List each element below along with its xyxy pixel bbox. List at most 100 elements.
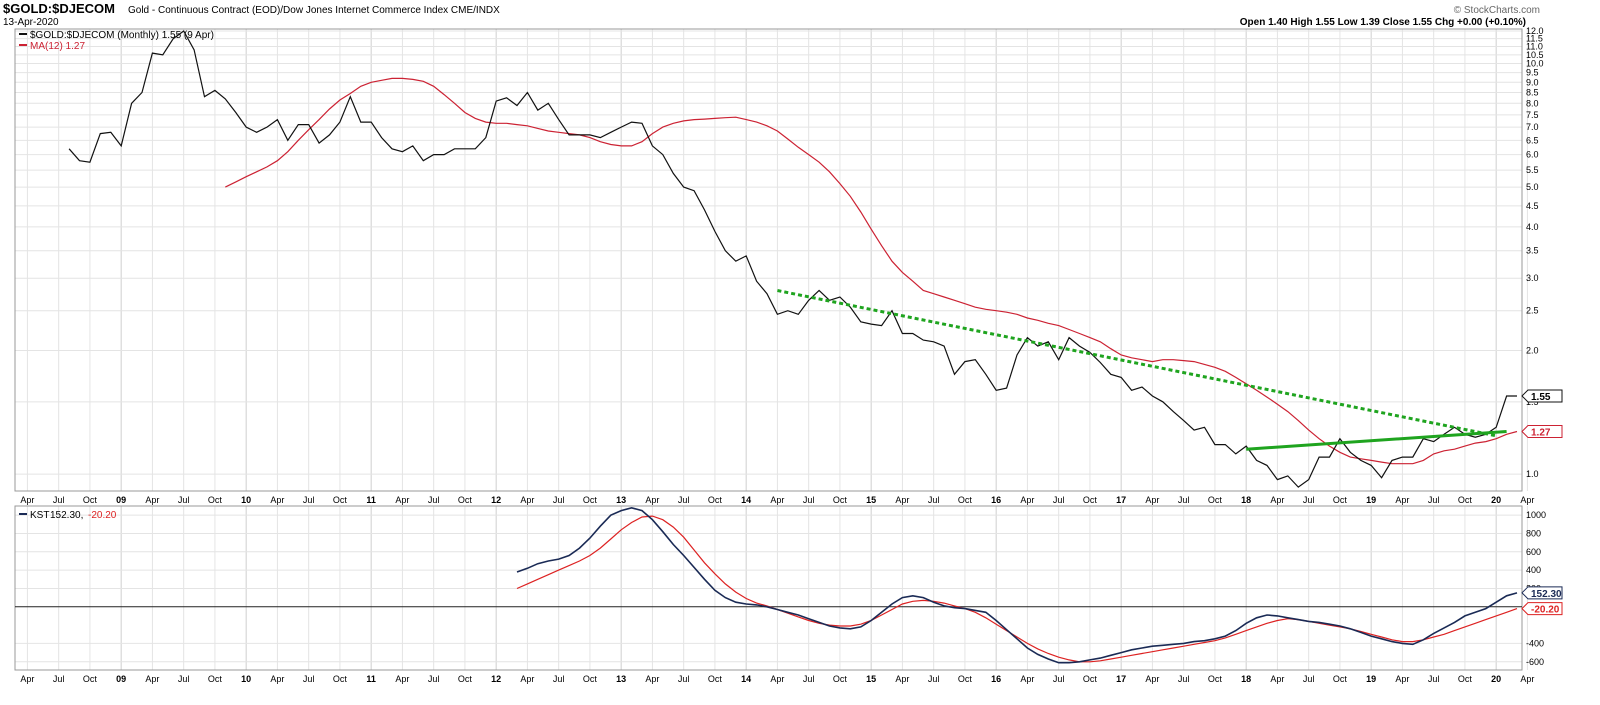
last-price-tag-text: 1.55 xyxy=(1531,392,1551,403)
kst-x-tick-label: Jul xyxy=(1053,674,1065,684)
kst-x-tick-label: Oct xyxy=(1458,674,1473,684)
kst-value-tag: 152.30 xyxy=(1521,586,1563,600)
kst-x-tick-label: Jul xyxy=(1303,674,1315,684)
price-x-tick-label: Jul xyxy=(1178,495,1190,505)
price-x-tick-label: 09 xyxy=(116,495,126,505)
price-y-tick-label: 2.5 xyxy=(1526,306,1539,316)
price-y-tick-label: 5.5 xyxy=(1526,165,1539,175)
price-y-tick-label: 9.0 xyxy=(1526,77,1539,87)
kst-x-tick-label: Jul xyxy=(53,674,65,684)
price-y-tick-label: 7.0 xyxy=(1526,122,1539,132)
price-x-tick-label: Jul xyxy=(53,495,65,505)
price-x-tick-label: Jul xyxy=(178,495,190,505)
kst-x-tick-label: Oct xyxy=(83,674,98,684)
kst-x-tick-label: 20 xyxy=(1491,674,1501,684)
legend-price-label: $GOLD:$DJECOM (Monthly) 1.55 (9 Apr) xyxy=(30,30,214,41)
legend-kst-signal-value: -20.20 xyxy=(88,510,117,521)
price-x-tick-label: Apr xyxy=(645,495,659,505)
price-x-tick-label: Apr xyxy=(895,495,909,505)
ma-value-tag-text: 1.27 xyxy=(1531,428,1551,439)
kst-value-tag-text: 152.30 xyxy=(1531,589,1562,600)
price-x-tick-label: Apr xyxy=(1270,495,1284,505)
symbol-description: Gold - Continuous Contract (EOD)/Dow Jon… xyxy=(128,5,500,16)
kst-x-tick-label: Apr xyxy=(645,674,659,684)
ohlc-summary: Open 1.40 High 1.55 Low 1.39 Close 1.55 … xyxy=(1240,17,1526,28)
kst-x-tick-label: 14 xyxy=(741,674,751,684)
kst-x-tick-label: Jul xyxy=(303,674,315,684)
kst-y-tick-label: 400 xyxy=(1526,565,1541,575)
price-x-tick-label: 19 xyxy=(1366,495,1376,505)
price-x-tick-label: Oct xyxy=(1333,495,1348,505)
kst-x-tick-label: Apr xyxy=(395,674,409,684)
kst-x-tick-label: 11 xyxy=(366,674,376,684)
price-x-tick-label: Oct xyxy=(708,495,723,505)
kst-x-tick-label: 16 xyxy=(991,674,1001,684)
chart-background xyxy=(0,0,1600,700)
price-x-tick-label: Jul xyxy=(928,495,940,505)
price-y-tick-label: 8.0 xyxy=(1526,98,1539,108)
price-x-tick-label: 13 xyxy=(616,495,626,505)
kst-x-tick-label: Jul xyxy=(428,674,440,684)
chart-canvas: $GOLD:$DJECOM Gold - Continuous Contract… xyxy=(0,0,1600,700)
price-x-tick-label: Apr xyxy=(1520,495,1534,505)
kst-x-tick-label: 17 xyxy=(1116,674,1126,684)
price-x-tick-label: 17 xyxy=(1116,495,1126,505)
price-y-tick-label: 7.5 xyxy=(1526,110,1539,120)
price-x-tick-label: Apr xyxy=(1020,495,1034,505)
kst-y-tick-label: 1000 xyxy=(1526,510,1546,520)
legend-kst-value: 152.30, xyxy=(50,510,83,521)
symbol-title: $GOLD:$DJECOM xyxy=(3,1,115,16)
price-x-tick-label: Oct xyxy=(458,495,473,505)
kst-legend: KST 152.30, -20.20 xyxy=(19,510,117,521)
kst-x-tick-label: Jul xyxy=(678,674,690,684)
kst-x-tick-label: Apr xyxy=(1520,674,1534,684)
kst-x-tick-label: Apr xyxy=(520,674,534,684)
price-x-tick-label: Apr xyxy=(270,495,284,505)
kst-x-tick-label: Oct xyxy=(333,674,348,684)
kst-x-tick-label: Oct xyxy=(1333,674,1348,684)
kst-x-tick-label: Apr xyxy=(770,674,784,684)
chart-area: $GOLD:$DJECOM Gold - Continuous Contract… xyxy=(0,0,1600,700)
price-x-tick-label: Jul xyxy=(1303,495,1315,505)
price-x-tick-label: Oct xyxy=(958,495,973,505)
kst-x-tick-label: Oct xyxy=(1083,674,1098,684)
kst-y-tick-label: -600 xyxy=(1526,657,1544,667)
price-x-tick-label: Oct xyxy=(1458,495,1473,505)
kst-x-tick-label: Jul xyxy=(928,674,940,684)
kst-x-tick-label: Jul xyxy=(803,674,815,684)
price-x-tick-label: 18 xyxy=(1241,495,1251,505)
price-x-tick-label: 10 xyxy=(241,495,251,505)
price-x-tick-label: 20 xyxy=(1491,495,1501,505)
price-x-tick-label: Jul xyxy=(553,495,565,505)
kst-x-tick-label: Apr xyxy=(145,674,159,684)
price-x-tick-label: 12 xyxy=(491,495,501,505)
kst-x-tick-label: Apr xyxy=(1270,674,1284,684)
watermark-text: © StockCharts.com xyxy=(1454,5,1540,16)
kst-signal-value-tag: -20.20 xyxy=(1521,602,1563,616)
price-y-tick-label: 4.0 xyxy=(1526,222,1539,232)
kst-x-tick-label: Apr xyxy=(20,674,34,684)
last-price-tag: 1.55 xyxy=(1521,389,1563,403)
kst-x-tick-label: Oct xyxy=(708,674,723,684)
price-y-tick-label: 6.5 xyxy=(1526,135,1539,145)
kst-x-tick-label: Apr xyxy=(895,674,909,684)
price-x-tick-label: Jul xyxy=(428,495,440,505)
kst-x-tick-label: 13 xyxy=(616,674,626,684)
kst-y-tick-label: 800 xyxy=(1526,528,1541,538)
legend-kst-label: KST xyxy=(30,510,49,521)
price-y-tick-label: 3.5 xyxy=(1526,246,1539,256)
kst-signal-value-tag-text: -20.20 xyxy=(1531,605,1560,616)
price-y-tick-label: 3.0 xyxy=(1526,273,1539,283)
price-x-tick-label: Oct xyxy=(833,495,848,505)
ma-value-tag: 1.27 xyxy=(1521,425,1563,439)
kst-x-tick-label: Apr xyxy=(1145,674,1159,684)
price-y-tick-label: 1.0 xyxy=(1526,469,1539,479)
kst-x-tick-label: Jul xyxy=(1428,674,1440,684)
price-y-tick-label: 9.5 xyxy=(1526,68,1539,78)
kst-x-tick-label: Jul xyxy=(1178,674,1190,684)
kst-y-tick-label: 600 xyxy=(1526,547,1541,557)
kst-x-tick-label: 15 xyxy=(866,674,876,684)
kst-y-tick-label: -400 xyxy=(1526,638,1544,648)
kst-x-tick-label: Oct xyxy=(208,674,223,684)
price-x-tick-label: 16 xyxy=(991,495,1001,505)
